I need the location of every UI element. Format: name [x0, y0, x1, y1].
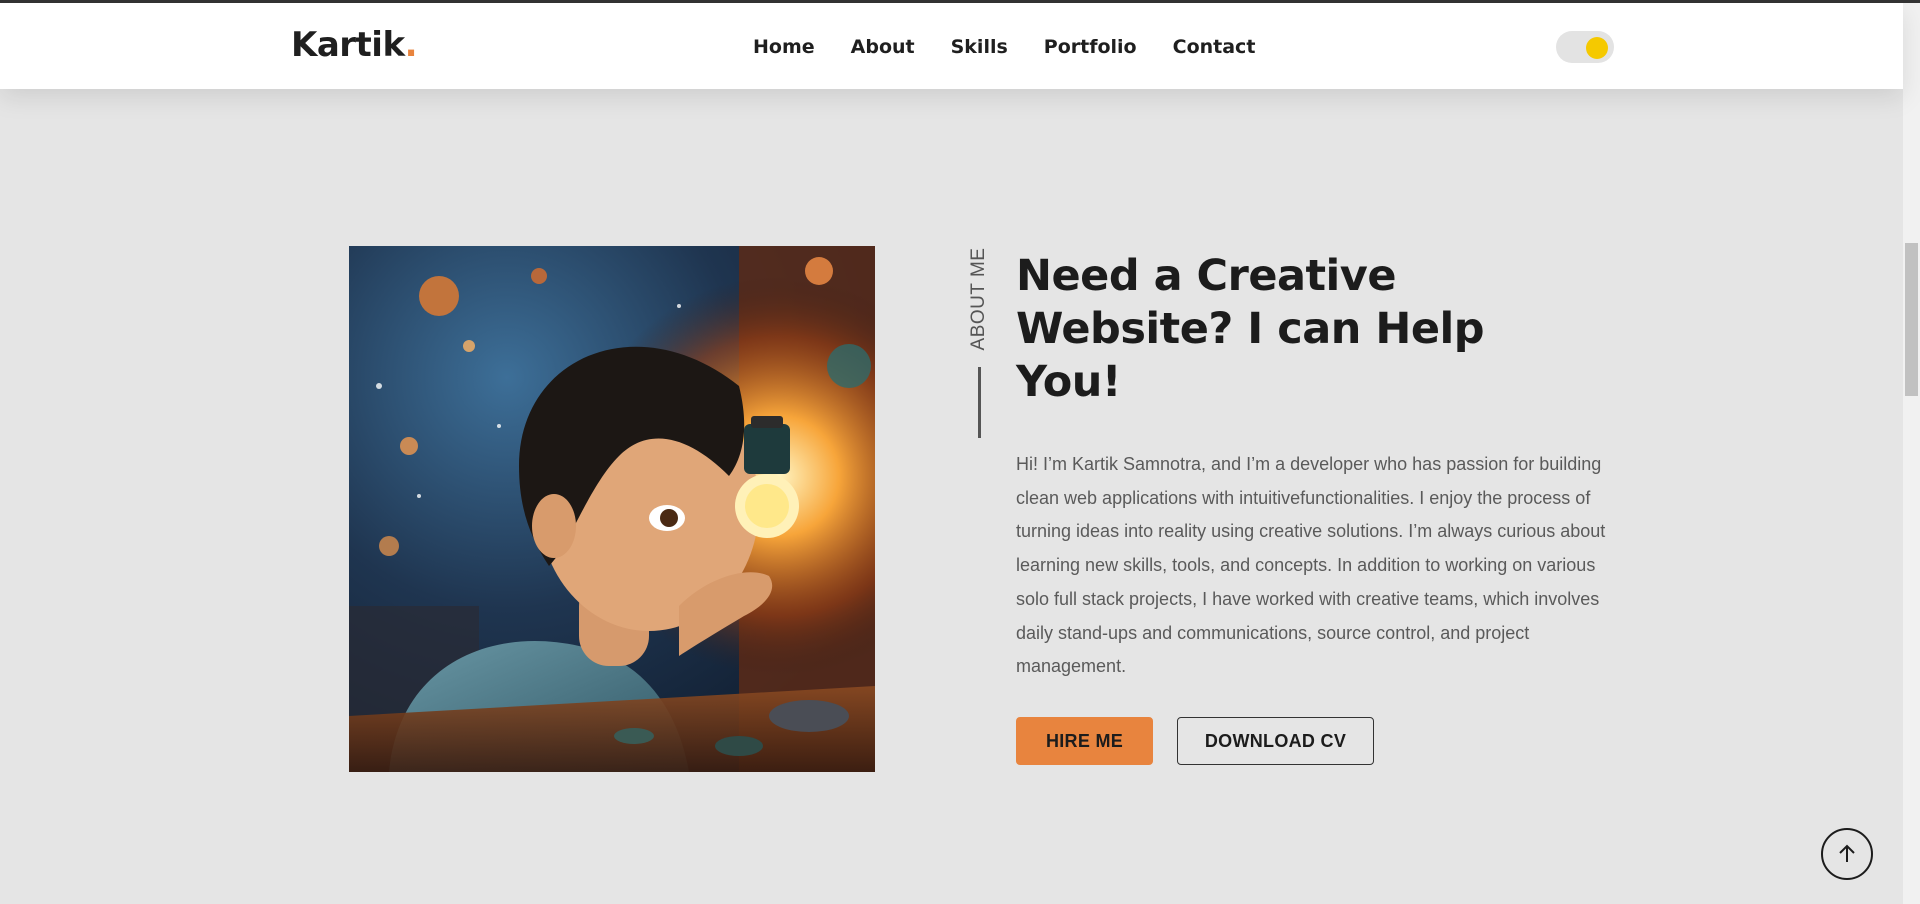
navbar: Kartik. Home About Skills Portfolio Cont…	[0, 3, 1903, 89]
main-nav: Home About Skills Portfolio Contact	[753, 36, 1255, 58]
nav-item-about[interactable]: About	[851, 36, 915, 58]
logo-dot: .	[404, 25, 418, 65]
about-section-label: ABOUT ME	[968, 248, 990, 351]
about-headline: Need a Creative Website? I can Help You!	[1016, 251, 1485, 407]
download-cv-button[interactable]: DOWNLOAD CV	[1177, 717, 1374, 765]
nav-item-skills[interactable]: Skills	[951, 36, 1008, 58]
theme-toggle-knob	[1586, 37, 1608, 59]
nav-item-portfolio[interactable]: Portfolio	[1044, 36, 1137, 58]
about-illustration	[349, 246, 875, 772]
theme-toggle[interactable]	[1556, 31, 1614, 63]
about-bio: Hi! I’m Kartik Samnotra, and I’m a devel…	[1016, 454, 1606, 677]
hire-me-button[interactable]: HIRE ME	[1016, 717, 1153, 765]
about-label-divider	[978, 367, 981, 438]
arrow-up-icon	[1839, 844, 1855, 862]
page-scrollbar[interactable]	[1903, 3, 1920, 904]
logo-text: Kartik	[291, 25, 405, 65]
site-logo[interactable]: Kartik.	[291, 25, 418, 65]
nav-item-contact[interactable]: Contact	[1173, 36, 1256, 58]
scrollbar-thumb[interactable]	[1905, 243, 1918, 396]
scroll-to-top-button[interactable]	[1821, 828, 1873, 880]
about-label-text: ABOUT ME	[968, 247, 989, 351]
nav-item-home[interactable]: Home	[753, 36, 815, 58]
